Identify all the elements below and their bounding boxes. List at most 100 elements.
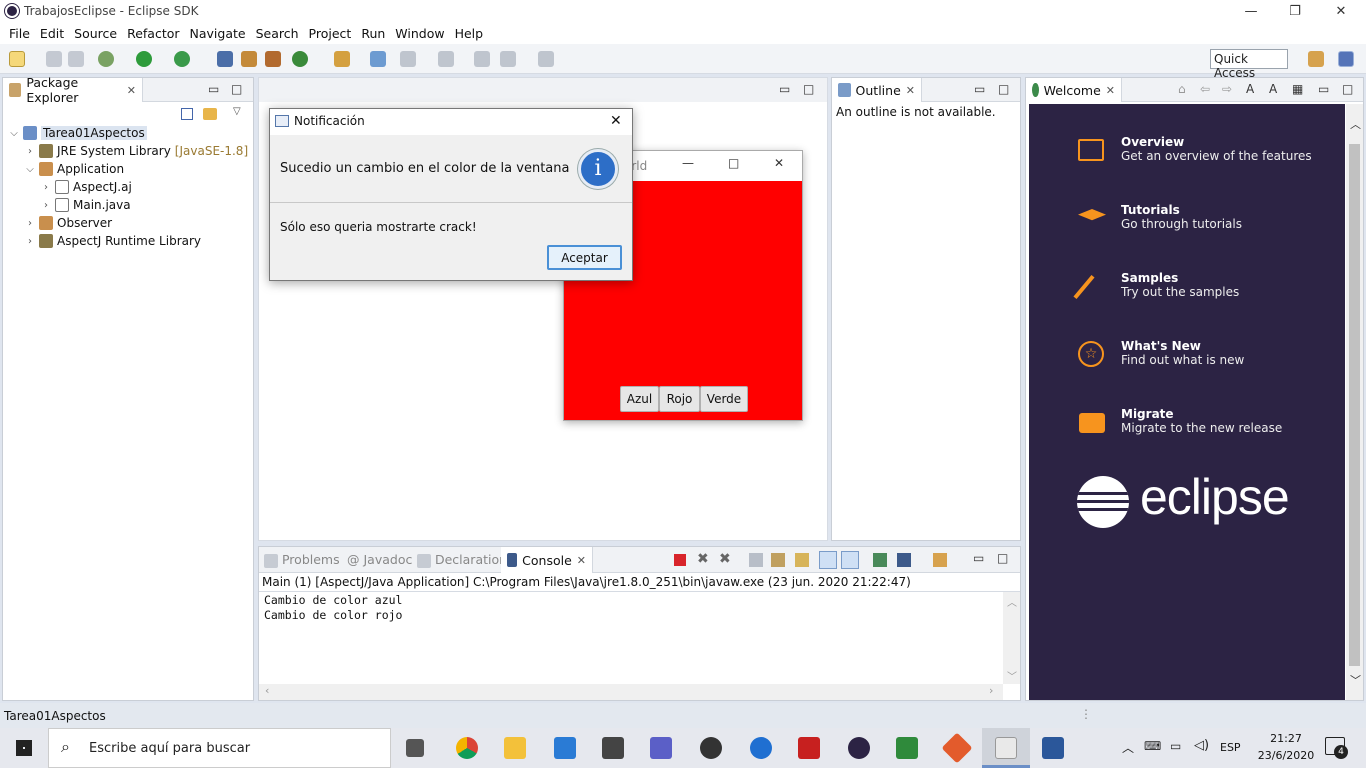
tab-problems[interactable]: Problems [264,552,340,568]
tree-item-aspectj[interactable]: › AspectJ.aj [41,180,132,194]
volume-icon[interactable]: ◁) [1194,738,1209,753]
menu-search[interactable]: Search [251,26,304,41]
azul-button[interactable]: Azul [620,386,659,412]
save-all-icon[interactable] [68,51,84,67]
forward-icon[interactable] [538,51,554,67]
file-explorer-icon[interactable] [504,737,526,759]
scroll-thumb[interactable] [1349,144,1360,666]
word-wrap-icon[interactable] [795,553,809,567]
run-external-icon[interactable] [174,51,190,67]
minimize-view-icon[interactable]: ▭ [973,551,984,565]
link-editor-icon[interactable] [203,108,217,120]
app-maximize-button[interactable]: □ [728,156,739,170]
minimize-view-icon[interactable]: ▭ [974,82,985,96]
close-tab-icon[interactable]: ✕ [1106,84,1115,97]
tab-package-explorer[interactable]: Package Explorer ✕ [3,75,143,105]
tree-item-main[interactable]: › Main.java [41,198,131,212]
expand-arrow-icon[interactable]: › [25,218,35,229]
taskbar-search-box[interactable]: ⌕ Escribe aquí para buscar [48,728,391,768]
menu-help[interactable]: Help [450,26,489,41]
new-package-icon[interactable] [241,51,257,67]
expand-arrow-icon[interactable]: › [25,236,35,247]
app-close-button[interactable]: ✕ [774,156,784,170]
welcome-scrollbar[interactable]: ︿ ﹀ [1346,104,1363,700]
open-console-icon[interactable] [933,553,947,567]
expand-arrow-icon[interactable]: › [25,146,35,157]
welcome-item-tutorials[interactable]: Tutorials Go through tutorials [1078,203,1242,231]
mail-icon[interactable] [554,737,576,759]
menu-refactor[interactable]: Refactor [122,26,184,41]
open-perspective-icon[interactable] [1308,51,1324,67]
open-type-icon[interactable] [334,51,350,67]
word-icon[interactable] [1042,737,1064,759]
back-icon[interactable] [500,51,516,67]
terminate-icon[interactable] [674,554,686,566]
clear-console-icon[interactable] [749,553,763,567]
scroll-down-icon[interactable]: ﹀ [1350,672,1361,688]
minimize-button[interactable]: — [1228,0,1274,22]
restore-button[interactable]: ❐ [1272,0,1318,22]
close-window-button[interactable]: ✕ [1318,0,1364,22]
tree-item-project[interactable]: ⌵ Tarea01Aspectos [9,126,147,140]
menu-navigate[interactable]: Navigate [185,26,251,41]
collapse-arrow-icon[interactable]: ⌵ [9,128,19,139]
welcome-item-whats-new[interactable]: ☆ What's New Find out what is new [1078,339,1244,367]
remove-all-icon[interactable]: ✖ [719,551,731,567]
maps-icon[interactable] [750,737,772,759]
tree-item-observer[interactable]: › Observer [25,216,112,230]
maximize-view-icon[interactable]: □ [998,82,1009,96]
scroll-up-icon[interactable]: ︿ [1350,116,1361,132]
close-tab-icon[interactable]: ✕ [577,554,586,567]
tree-item-application[interactable]: ⌵ Application [25,162,124,176]
remove-launch-icon[interactable]: ✖ [697,551,709,567]
teams-icon[interactable] [650,737,672,759]
menu-source[interactable]: Source [69,26,122,41]
welcome-item-migrate[interactable]: Migrate Migrate to the new release [1078,407,1282,435]
display-console-icon[interactable] [897,553,911,567]
back-icon[interactable]: ⇦ [1200,82,1210,96]
maximize-view-icon[interactable]: □ [997,551,1008,565]
home-icon[interactable]: ⌂ [1178,82,1186,96]
tab-outline[interactable]: Outline ✕ [832,78,922,102]
save-icon[interactable] [46,51,62,67]
welcome-item-samples[interactable]: Samples Try out the samples [1073,271,1239,300]
last-edit-icon[interactable] [474,51,490,67]
minimize-view-icon[interactable]: ▭ [779,82,790,96]
rojo-button[interactable]: Rojo [659,386,700,412]
green-app-icon[interactable] [896,737,918,759]
collapse-arrow-icon[interactable]: ⌵ [25,164,35,175]
increase-font-icon[interactable]: A [1269,82,1277,96]
clock-date[interactable]: 23/6/2020 [1254,749,1318,762]
verde-button[interactable]: Verde [700,386,748,412]
acrobat-icon[interactable] [798,737,820,759]
customize-icon[interactable]: ▦ [1292,82,1303,96]
aceptar-button[interactable]: Aceptar [547,245,622,270]
git-icon[interactable] [941,732,973,764]
tab-welcome[interactable]: Welcome ✕ [1026,78,1122,102]
open-task-icon[interactable] [370,51,386,67]
menu-project[interactable]: Project [304,26,357,41]
tree-item-aspectj-runtime[interactable]: › AspectJ Runtime Library [25,234,201,248]
task-view-icon[interactable] [406,739,424,757]
tree-item-jre[interactable]: › JRE System Library [JavaSE-1.8] [25,144,248,158]
console-vscrollbar[interactable]: ︿ ﹀ [1003,592,1020,684]
skip-breakpoints-icon[interactable] [217,51,233,67]
tab-console[interactable]: Console ✕ [501,547,593,573]
console-hscrollbar[interactable]: ‹ › [259,684,1003,700]
scroll-left-icon[interactable]: ‹ [265,684,269,697]
close-tab-icon[interactable]: ✕ [906,84,915,97]
forward-icon[interactable]: ⇨ [1222,82,1232,96]
debug-icon[interactable] [98,51,114,67]
show-on-error-icon[interactable] [841,551,859,569]
menu-file[interactable]: File [4,26,35,41]
settings-icon[interactable] [700,737,722,759]
quick-access-input[interactable]: Quick Access [1210,49,1288,80]
dialog-close-button[interactable]: ✕ [610,113,622,129]
expand-arrow-icon[interactable]: › [41,182,51,193]
next-annotation-icon[interactable] [438,51,454,67]
java-taskbar-item[interactable] [982,728,1030,768]
annotation-icon[interactable] [400,51,416,67]
maximize-view-icon[interactable]: □ [1342,82,1353,96]
run-icon[interactable] [136,51,152,67]
new-icon[interactable] [9,51,25,67]
